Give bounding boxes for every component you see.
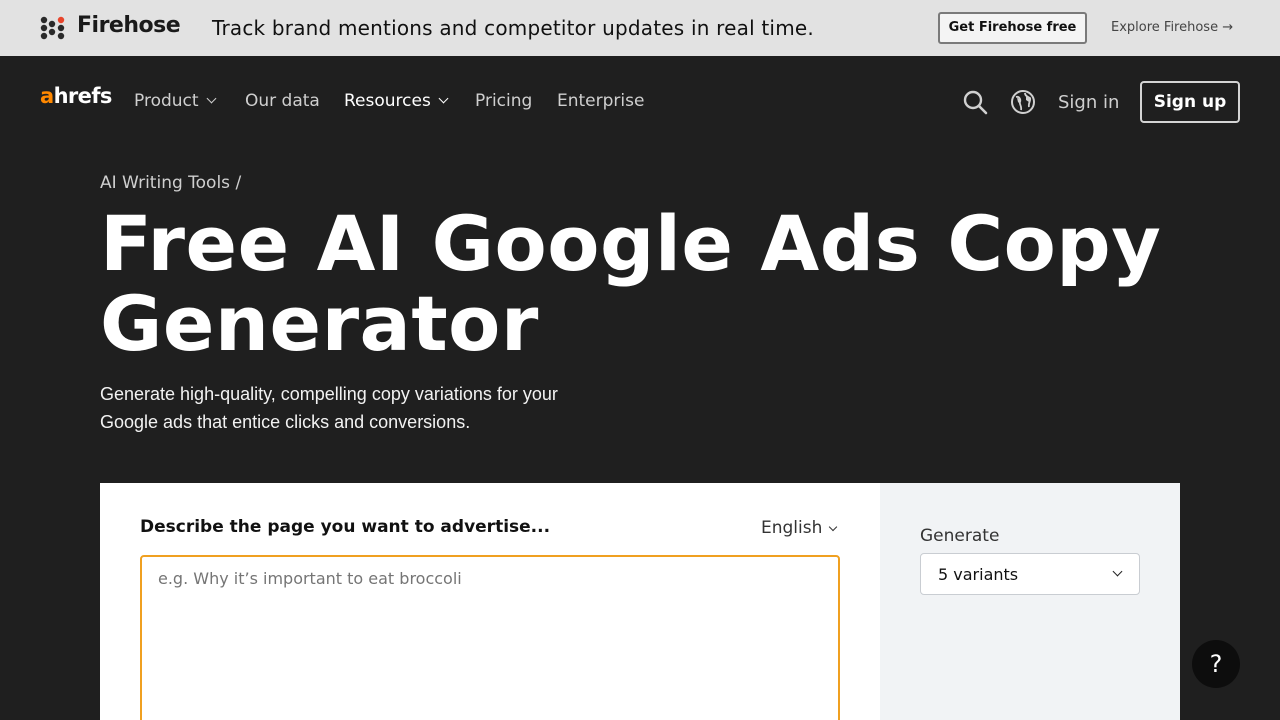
- firehose-logo-icon: [40, 16, 65, 40]
- breadcrumb[interactable]: AI Writing Tools /: [100, 173, 241, 193]
- ahrefs-logo[interactable]: ahrefs: [40, 84, 112, 108]
- nav-item-label: Pricing: [475, 91, 533, 111]
- firehose-banner: Firehose Track brand mentions and compet…: [0, 0, 1280, 56]
- generate-options-panel: Generate 5 variants: [880, 483, 1180, 720]
- chevron-down-icon: [438, 93, 449, 104]
- nav-item-our-data[interactable]: Our data: [245, 91, 320, 111]
- nav-item-label: Product: [134, 91, 199, 111]
- language-value: English: [761, 518, 823, 538]
- variants-value: 5 variants: [938, 565, 1019, 584]
- nav-item-enterprise[interactable]: Enterprise: [557, 91, 644, 111]
- nav-item-label: Resources: [344, 91, 431, 111]
- explore-firehose-link[interactable]: Explore Firehose →: [1111, 20, 1233, 35]
- get-firehose-button[interactable]: Get Firehose free: [938, 12, 1087, 44]
- page-subtitle: Generate high-quality, compelling copy v…: [100, 384, 558, 432]
- page-title: Free AI Google Ads Copy Generator: [100, 199, 1162, 368]
- logo-rest: hrefs: [53, 84, 113, 108]
- variants-select[interactable]: 5 variants: [920, 553, 1140, 595]
- search-icon[interactable]: [962, 89, 988, 115]
- nav-item-product[interactable]: Product: [134, 91, 216, 111]
- language-select[interactable]: English: [761, 518, 838, 538]
- globe-icon[interactable]: [1010, 89, 1036, 115]
- firehose-brand-name[interactable]: Firehose: [77, 13, 181, 38]
- banner-message: Track brand mentions and competitor upda…: [212, 16, 814, 40]
- help-button[interactable]: ?: [1192, 640, 1240, 688]
- nav-item-resources[interactable]: Resources: [344, 91, 449, 111]
- sign-up-button[interactable]: Sign up: [1140, 81, 1240, 123]
- nav-item-pricing[interactable]: Pricing: [475, 91, 532, 111]
- logo-accent: a: [40, 84, 54, 108]
- page-description-label: Describe the page you want to advertise.…: [140, 517, 551, 537]
- nav-item-label: Enterprise: [557, 91, 645, 111]
- chevron-down-icon: [829, 522, 838, 532]
- generate-label: Generate: [920, 526, 1000, 546]
- nav-item-label: Our data: [245, 91, 320, 111]
- ad-copy-tool-card: Describe the page you want to advertise.…: [100, 483, 1180, 720]
- chevron-down-icon: [206, 93, 216, 104]
- chevron-down-icon: [1112, 566, 1123, 577]
- sign-in-link[interactable]: Sign in: [1058, 92, 1119, 113]
- page-description-input[interactable]: [140, 555, 840, 720]
